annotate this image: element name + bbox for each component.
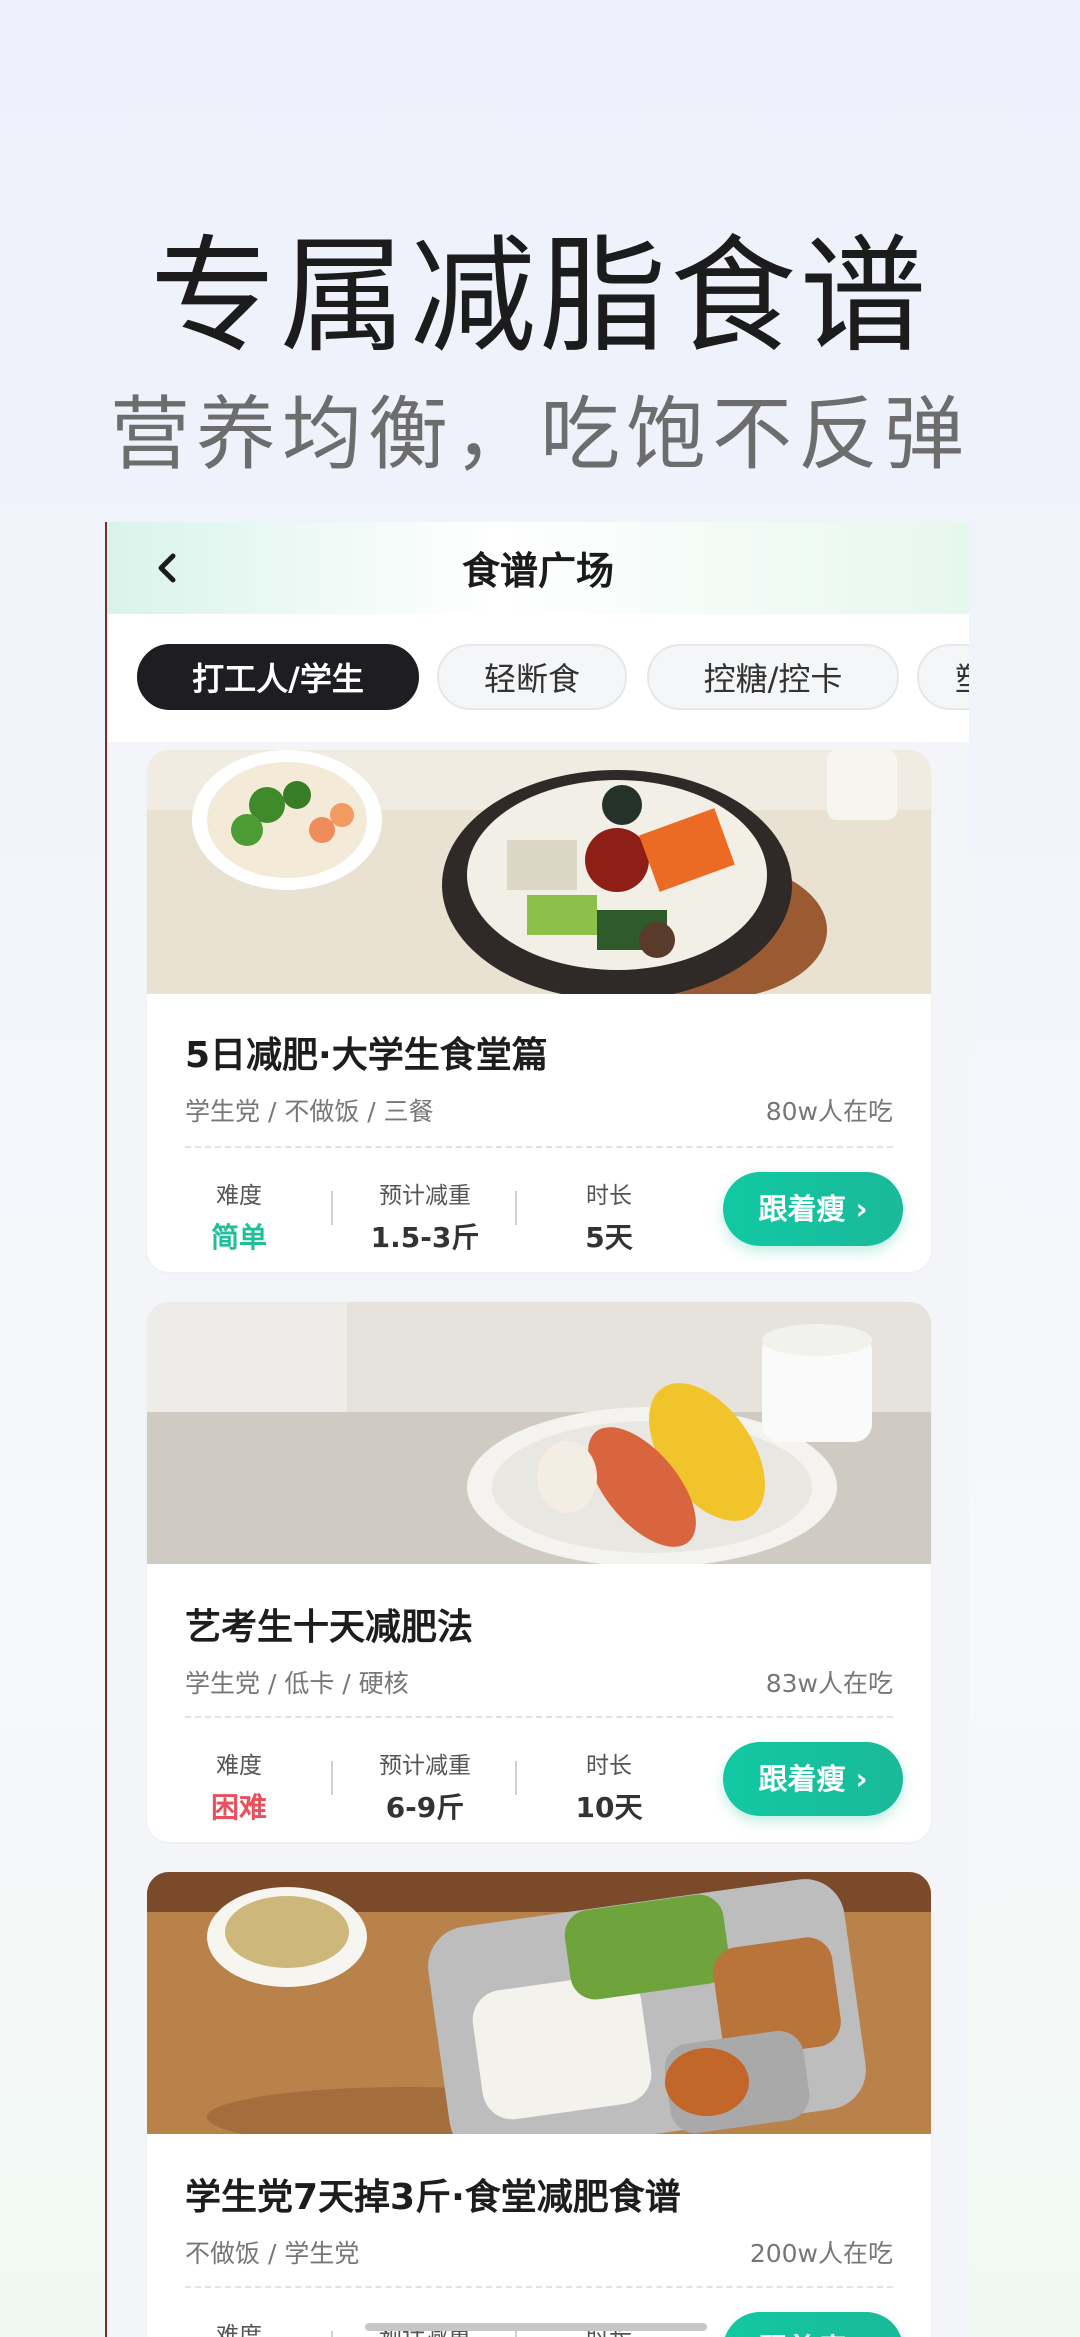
stat-separator [331, 1761, 333, 1795]
tab-fasting[interactable]: 轻断食 [437, 644, 627, 710]
stat-separator [515, 1191, 517, 1225]
follow-button[interactable]: 跟着瘦 › [723, 2312, 903, 2337]
tab-shaping[interactable]: 塑 [917, 644, 969, 710]
recipe-tags: 学生党 / 不做饭 / 三餐 [185, 1097, 434, 1126]
follow-button[interactable]: 跟着瘦 › [723, 1742, 903, 1816]
weight-loss-label: 预计减重 [379, 1753, 471, 1779]
eaters-count: 83w人在吃 [765, 1669, 893, 1698]
eaters-count: 80w人在吃 [765, 1097, 893, 1126]
difficulty-value: 简单 [210, 1221, 267, 1254]
recipe-card[interactable]: 5日减肥·大学生食堂篇 学生党 / 不做饭 / 三餐 80w人在吃 难度 简单 … [147, 750, 931, 1272]
recipe-tags: 学生党 / 低卡 / 硬核 [185, 1669, 409, 1698]
difficulty-stat: 难度 简单 [159, 1176, 319, 1256]
recipe-title: 艺考生十天减肥法 [185, 1607, 474, 1648]
weight-loss-stat: 预计减重 1.5-3斤 [345, 1176, 505, 1256]
weight-loss-stat: 预计减重 6-9斤 [345, 1746, 505, 1826]
divider [185, 2286, 893, 2288]
recipe-image [147, 1872, 931, 2134]
difficulty-stat: 难度 困难 [159, 1746, 319, 1826]
divider [185, 1146, 893, 1148]
recipe-image [147, 1302, 931, 1564]
recipe-card[interactable]: 艺考生十天减肥法 学生党 / 低卡 / 硬核 83w人在吃 难度 困难 预计减重… [147, 1302, 931, 1842]
follow-button[interactable]: 跟着瘦 › [723, 1172, 903, 1246]
weight-loss-label: 预计减重 [379, 1183, 471, 1209]
hero-title: 专属减脂食谱 [150, 223, 930, 370]
duration-label: 时长 [586, 1183, 632, 1209]
hero-subtitle: 营养均衡，吃饱不反弹 [110, 388, 970, 481]
stat-separator [331, 2331, 333, 2337]
recipe-card[interactable]: 学生党7天掉3斤·食堂减肥食谱 不做饭 / 学生党 200w人在吃 难度 简单 … [147, 1872, 931, 2337]
duration-value: 5天 [585, 1221, 633, 1254]
recipe-tags: 不做饭 / 学生党 [185, 2239, 360, 2268]
recipe-title: 学生党7天掉3斤·食堂减肥食谱 [185, 2177, 681, 2218]
divider [185, 1716, 893, 1718]
tab-worker-student[interactable]: 打工人/学生 [137, 644, 419, 710]
navigation-bar: 食谱广场 [107, 522, 969, 614]
weight-loss-value: 6-9斤 [385, 1791, 465, 1824]
difficulty-label: 难度 [216, 1183, 262, 1209]
stat-separator [331, 1191, 333, 1225]
stat-separator [515, 2331, 517, 2337]
eaters-count: 200w人在吃 [749, 2239, 893, 2268]
difficulty-label: 难度 [216, 1753, 262, 1779]
tab-sugar-calorie-control[interactable]: 控糖/控卡 [647, 644, 899, 710]
recipe-title: 5日减肥·大学生食堂篇 [185, 1035, 548, 1076]
weight-loss-value: 1.5-3斤 [370, 1221, 480, 1254]
duration-label: 时长 [586, 1753, 632, 1779]
difficulty-stat: 难度 简单 [159, 2316, 319, 2337]
home-indicator[interactable] [365, 2323, 707, 2331]
page-title: 食谱广场 [461, 549, 614, 593]
difficulty-label: 难度 [216, 2323, 262, 2337]
recipe-image [147, 750, 931, 994]
category-tabs: 打工人/学生 轻断食 控糖/控卡 塑 [107, 614, 969, 742]
stat-separator [515, 1761, 517, 1795]
duration-stat: 时长 5天 [529, 1176, 689, 1256]
duration-value: 10天 [575, 1791, 643, 1824]
difficulty-value: 困难 [210, 1791, 267, 1824]
duration-stat: 时长 10天 [529, 1746, 689, 1826]
app-screen: 食谱广场 打工人/学生 轻断食 控糖/控卡 塑 [105, 522, 969, 2337]
